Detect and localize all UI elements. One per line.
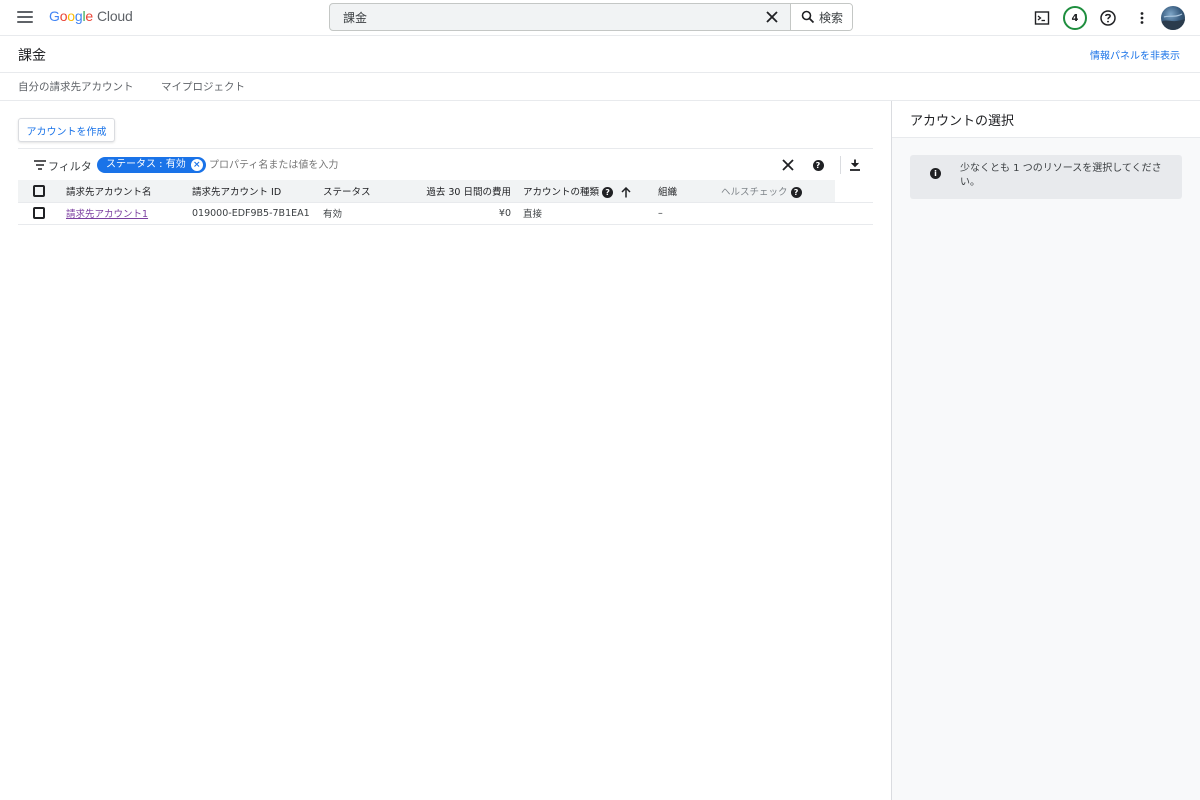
create-account-button[interactable]: アカウントを作成 <box>18 118 115 142</box>
info-panel: アカウントの選択 i 少なくとも 1 つのリソースを選択してください。 <box>891 101 1200 800</box>
status-filter-chip-label: ステータス : 有効 <box>106 159 186 170</box>
header-account-type-cell[interactable]: アカウントの種類? <box>517 180 652 203</box>
info-panel-title: アカウントの選択 <box>892 101 1200 138</box>
download-icon[interactable] <box>847 157 863 173</box>
sort-ascending-icon[interactable] <box>621 186 631 198</box>
search-button[interactable]: 検索 <box>790 4 852 30</box>
top-bar: GoogleCloud 検索 4 <box>0 0 1200 36</box>
logo-letter: e <box>85 8 93 24</box>
table-header-row: 請求先アカウント名 請求先アカウント ID ステータス 過去 30 日間の費用 … <box>18 180 873 203</box>
tab-my-billing-accounts[interactable]: 自分の請求先アカウント <box>18 79 134 94</box>
filter-input[interactable] <box>209 157 709 173</box>
filter-icon[interactable] <box>34 160 46 170</box>
info-icon: i <box>930 168 941 179</box>
search-icon <box>801 10 815 24</box>
filter-help-icon[interactable]: ? <box>810 157 826 173</box>
header-health-check-cell[interactable]: ヘルスチェック? <box>715 180 835 203</box>
tab-bar: 自分の請求先アカウント マイプロジェクト <box>0 73 1200 101</box>
hide-info-panel-link[interactable]: 情報パネルを非表示 <box>1090 47 1180 62</box>
help-icon[interactable]: ? <box>602 186 614 198</box>
clear-search-icon[interactable] <box>764 9 780 25</box>
more-options-icon[interactable] <box>1131 7 1153 29</box>
status-filter-chip[interactable]: ステータス : 有効 × <box>97 157 206 173</box>
account-avatar[interactable] <box>1161 6 1185 30</box>
google-cloud-logo[interactable]: Google Cloud <box>49 8 133 24</box>
notifications-badge[interactable]: 4 <box>1063 6 1087 30</box>
page-header: 課金 情報パネルを非表示 <box>0 36 1200 73</box>
account-status: 有効 <box>317 202 412 225</box>
search-bar: 検索 <box>329 3 853 31</box>
remove-chip-icon[interactable]: × <box>190 159 203 171</box>
cloud-shell-icon[interactable] <box>1031 7 1053 29</box>
page-title: 課金 <box>18 48 46 64</box>
logo-cloud-text: Cloud <box>97 8 133 24</box>
header-organization[interactable]: 組織 <box>652 180 715 203</box>
header-spacer <box>835 180 873 203</box>
toolbar-divider <box>840 156 841 174</box>
account-health-check <box>715 202 835 225</box>
row-spacer <box>835 202 873 225</box>
header-cost[interactable]: 過去 30 日間の費用 <box>412 180 517 203</box>
info-message-text: 少なくとも 1 つのリソースを選択してください。 <box>960 163 1162 188</box>
search-input[interactable] <box>330 4 770 30</box>
main-menu-icon[interactable] <box>17 11 33 24</box>
account-organization: – <box>652 202 715 225</box>
help-icon[interactable] <box>1097 7 1119 29</box>
account-cost: ¥0 <box>412 202 517 225</box>
clear-filters-icon[interactable] <box>780 157 796 173</box>
header-account-id[interactable]: 請求先アカウント ID <box>186 180 317 203</box>
info-message: i 少なくとも 1 つのリソースを選択してください。 <box>910 155 1182 199</box>
account-name-link[interactable]: 請求先アカウント1 <box>66 209 148 220</box>
header-status[interactable]: ステータス <box>317 180 412 203</box>
logo-letter: o <box>67 8 75 24</box>
header-account-type: アカウントの種類 <box>523 186 600 198</box>
billing-accounts-table: 請求先アカウント名 請求先アカウント ID ステータス 過去 30 日間の費用 … <box>18 180 873 225</box>
tab-my-projects[interactable]: マイプロジェクト <box>161 79 245 94</box>
account-type: 直接 <box>517 202 652 225</box>
search-button-label: 検索 <box>819 10 844 25</box>
row-checkbox[interactable] <box>33 207 45 219</box>
account-id: 019000-EDF9B5-7B1EA1 <box>186 202 317 225</box>
header-health-check: ヘルスチェック <box>721 186 788 198</box>
help-icon[interactable]: ? <box>790 186 802 198</box>
filter-label[interactable]: フィルタ <box>48 158 92 174</box>
header-account-name[interactable]: 請求先アカウント名 <box>60 180 186 203</box>
filter-bar: フィルタ ステータス : 有効 × ? <box>18 148 873 180</box>
select-all-checkbox[interactable] <box>33 184 45 197</box>
logo-letter: G <box>49 8 60 24</box>
table-row[interactable]: 請求先アカウント1 019000-EDF9B5-7B1EA1 有効 ¥0 直接 … <box>18 202 873 225</box>
